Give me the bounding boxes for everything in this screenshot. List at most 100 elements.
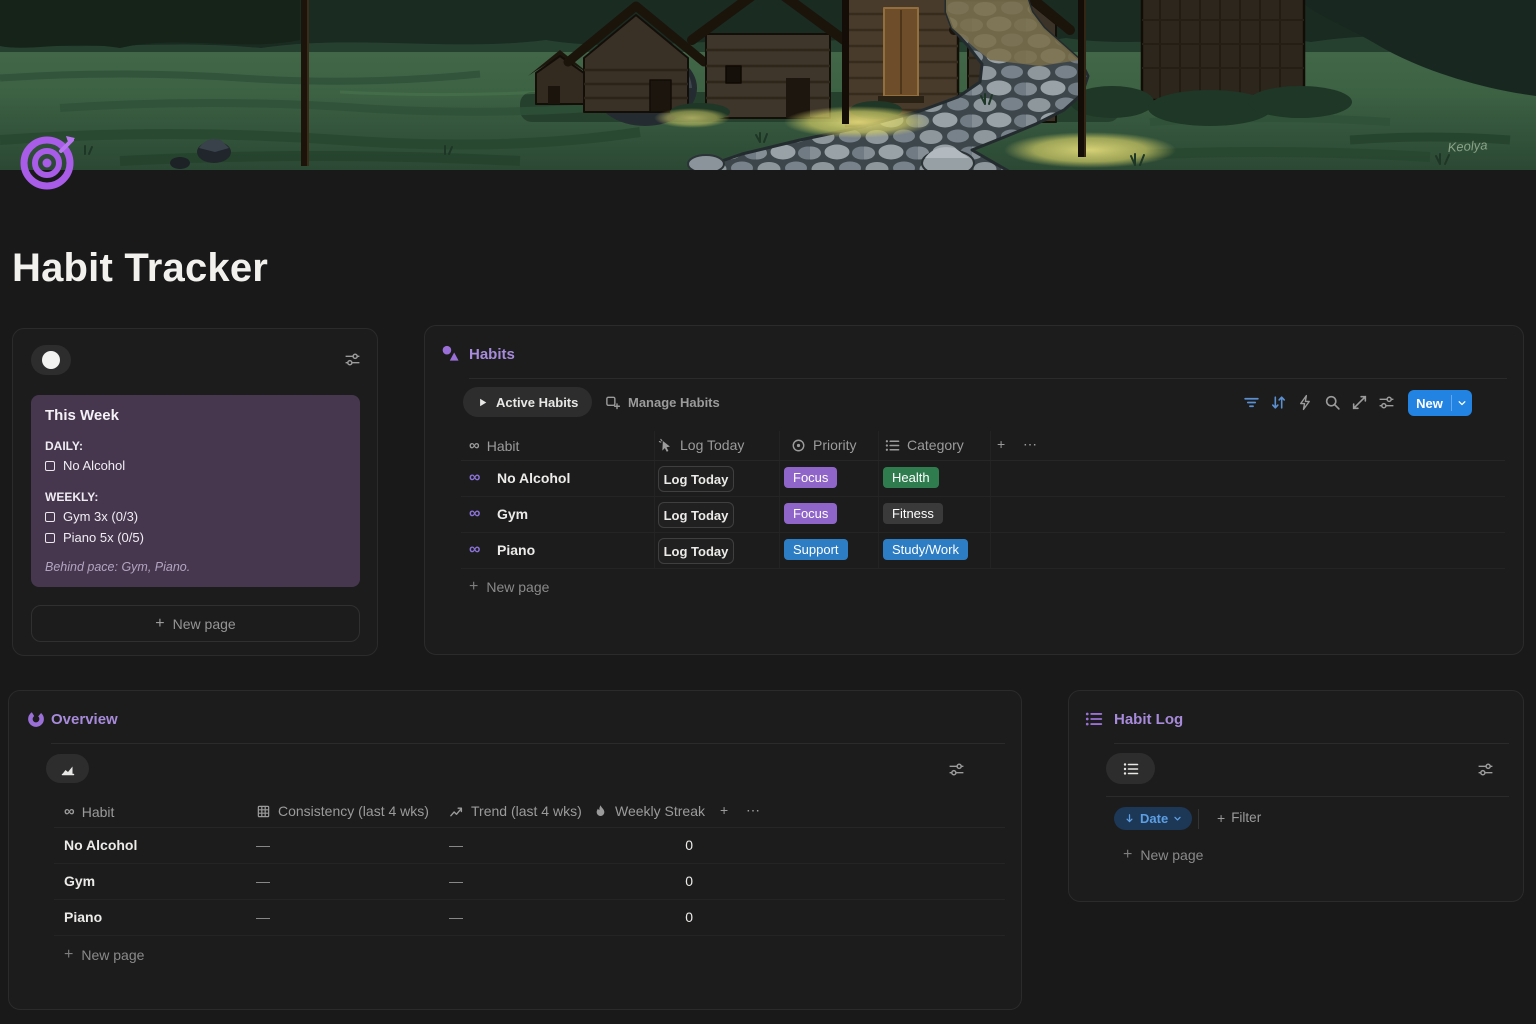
page-title: Habit Tracker bbox=[12, 244, 268, 292]
habit-name[interactable]: Piano bbox=[497, 542, 535, 558]
log-today-button[interactable]: Log Today bbox=[658, 538, 734, 564]
settings-sliders-icon[interactable] bbox=[1378, 394, 1395, 411]
habit-log-section-title[interactable]: Habit Log bbox=[1114, 711, 1183, 728]
consistency-value: — bbox=[256, 837, 270, 853]
chevron-down-icon bbox=[1173, 814, 1182, 823]
list-view-button[interactable] bbox=[1106, 753, 1155, 784]
column-header-habit[interactable]: ∞ Habit bbox=[469, 437, 519, 454]
table-row: Piano — — 0 bbox=[54, 900, 1005, 936]
lamp-light-pool bbox=[1004, 132, 1176, 168]
artist-signature: Keolya bbox=[1447, 137, 1488, 155]
tab-active-habits[interactable]: Active Habits bbox=[463, 387, 592, 417]
search-icon[interactable] bbox=[1324, 394, 1341, 411]
infinity-icon: ∞ bbox=[64, 803, 75, 820]
more-options-button[interactable]: ⋯ bbox=[746, 803, 760, 817]
overview-table-header: ∞ Habit Consistency (last 4 wks) Trend (… bbox=[54, 797, 1005, 828]
sort-icon[interactable] bbox=[1270, 394, 1287, 411]
add-column-button[interactable]: + bbox=[997, 437, 1005, 451]
priority-tag[interactable]: Focus bbox=[784, 467, 837, 488]
view-toggle-pill[interactable] bbox=[31, 345, 71, 375]
trend-value: — bbox=[449, 873, 463, 889]
add-column-button[interactable]: + bbox=[720, 803, 728, 817]
overview-section-title[interactable]: Overview bbox=[51, 711, 118, 728]
log-today-button[interactable]: Log Today bbox=[658, 466, 734, 492]
overview-database-card: Overview ∞ Habit Consistency (last 4 wks… bbox=[8, 690, 1022, 1010]
new-button[interactable]: New bbox=[1408, 390, 1472, 416]
habit-log-card: Habit Log Date + Filter + New page bbox=[1068, 690, 1524, 902]
settings-sliders-icon[interactable] bbox=[1477, 761, 1494, 778]
habit-name[interactable]: Gym bbox=[64, 873, 95, 889]
habit-name[interactable]: Gym bbox=[497, 506, 528, 522]
list-icon bbox=[1085, 710, 1103, 728]
trend-value: — bbox=[449, 909, 463, 925]
habit-name[interactable]: No Alcohol bbox=[497, 470, 570, 486]
streak-value: 0 bbox=[593, 909, 693, 925]
bullet-list-icon bbox=[885, 438, 900, 453]
trend-value: — bbox=[449, 837, 463, 853]
priority-tag[interactable]: Support bbox=[784, 539, 848, 560]
more-options-button[interactable]: ⋯ bbox=[1023, 437, 1037, 451]
plus-icon: + bbox=[1217, 811, 1225, 825]
habit-name[interactable]: No Alcohol bbox=[64, 837, 137, 853]
column-header-priority[interactable]: Priority bbox=[791, 437, 857, 453]
column-header-category[interactable]: Category bbox=[885, 437, 964, 453]
column-header-log-today[interactable]: Log Today bbox=[658, 437, 744, 453]
chip-divider bbox=[1198, 809, 1199, 829]
week-summary-card: This Week DAILY: No Alcohol WEEKLY: Gym … bbox=[12, 328, 378, 656]
consistency-value: — bbox=[256, 909, 270, 925]
automations-bolt-icon[interactable] bbox=[1297, 394, 1314, 411]
column-header-trend[interactable]: Trend (last 4 wks) bbox=[449, 803, 582, 819]
column-header-weekly-streak[interactable]: Weekly Streak bbox=[593, 803, 705, 819]
page-icon-target[interactable] bbox=[20, 132, 78, 190]
sort-date-chip[interactable]: Date bbox=[1114, 807, 1192, 830]
habit-name[interactable]: Piano bbox=[64, 909, 102, 925]
tab-manage-habits[interactable]: Manage Habits bbox=[605, 387, 720, 417]
add-filter-button[interactable]: + Filter bbox=[1217, 810, 1261, 825]
play-icon bbox=[477, 397, 488, 408]
chart-view-button[interactable] bbox=[46, 754, 89, 783]
category-tag[interactable]: Study/Work bbox=[883, 539, 968, 560]
column-header-consistency[interactable]: Consistency (last 4 wks) bbox=[256, 803, 429, 819]
habit-page-icon: ∞ bbox=[469, 504, 480, 524]
habits-table-header: ∞ Habit Log Today Priority Category + ⋯ bbox=[461, 431, 1505, 461]
category-tag[interactable]: Fitness bbox=[883, 503, 943, 524]
infinity-icon: ∞ bbox=[469, 437, 480, 454]
new-page-button[interactable]: + New page bbox=[31, 605, 360, 642]
table-row: ∞ No Alcohol Log Today Focus Health bbox=[461, 461, 1505, 497]
table-row: No Alcohol — — 0 bbox=[54, 828, 1005, 864]
new-page-row[interactable]: + New page bbox=[469, 578, 549, 596]
behind-pace-note: Behind pace: Gym, Piano. bbox=[45, 560, 346, 574]
habit-page-icon: ∞ bbox=[469, 468, 480, 488]
chevron-down-icon[interactable] bbox=[1452, 398, 1472, 408]
settings-sliders-icon[interactable] bbox=[948, 761, 965, 778]
checkbox-icon bbox=[45, 533, 55, 543]
manage-icon bbox=[605, 395, 620, 410]
habits-section-title[interactable]: Habits bbox=[469, 346, 515, 363]
habits-database-card: Habits Active Habits Manage Habits bbox=[424, 325, 1524, 655]
habit-page-icon: ∞ bbox=[469, 540, 480, 560]
log-today-button[interactable]: Log Today bbox=[658, 502, 734, 528]
expand-icon[interactable] bbox=[1351, 394, 1368, 411]
column-header-habit[interactable]: ∞ Habit bbox=[64, 803, 114, 820]
consistency-value: — bbox=[256, 873, 270, 889]
flame-icon bbox=[593, 804, 608, 819]
table-row: ∞ Gym Log Today Focus Fitness bbox=[461, 497, 1505, 533]
priority-tag[interactable]: Focus bbox=[784, 503, 837, 524]
new-page-row[interactable]: + New page bbox=[64, 946, 144, 964]
circle-dot-icon bbox=[791, 438, 806, 453]
lamp-light-pool bbox=[784, 106, 932, 138]
white-dot-icon bbox=[42, 351, 60, 369]
arrow-down-icon bbox=[1124, 813, 1135, 824]
table-row: ∞ Piano Log Today Support Study/Work bbox=[461, 533, 1505, 569]
this-week-callout[interactable]: This Week DAILY: No Alcohol WEEKLY: Gym … bbox=[31, 395, 360, 587]
settings-sliders-icon[interactable] bbox=[344, 351, 361, 368]
week-title: This Week bbox=[45, 407, 346, 424]
streak-value: 0 bbox=[593, 873, 693, 889]
new-page-row[interactable]: + New page bbox=[1123, 846, 1203, 864]
trend-line-icon bbox=[449, 804, 464, 819]
table-row: Gym — — 0 bbox=[54, 864, 1005, 900]
filter-icon[interactable] bbox=[1243, 394, 1260, 411]
category-tag[interactable]: Health bbox=[883, 467, 939, 488]
weekly-label: WEEKLY: bbox=[45, 490, 346, 504]
plus-icon: + bbox=[469, 578, 478, 596]
